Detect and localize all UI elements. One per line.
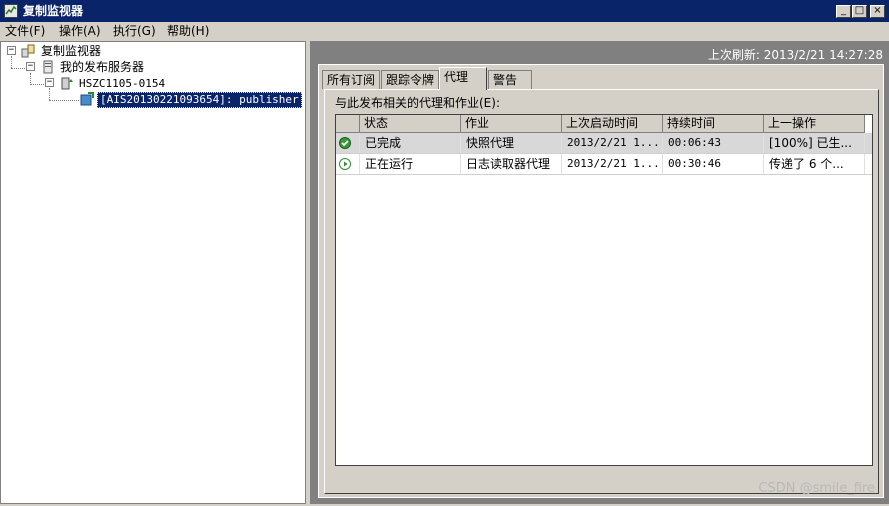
check-circle-icon <box>339 137 351 149</box>
status-icon-cell <box>336 154 360 174</box>
publication-icon <box>80 92 94 106</box>
tree-connector <box>11 68 25 69</box>
start-time-cell: 2013/2/21 1... <box>562 133 663 153</box>
menu-bar: 文件(F) 操作(A) 执行(G) 帮助(H) <box>0 22 889 41</box>
panel-caption: 与此发布相关的代理和作业(E): <box>335 96 500 110</box>
menu-help[interactable]: 帮助(H) <box>167 24 209 39</box>
column-header-status[interactable]: 状态 <box>360 115 461 133</box>
table-row[interactable]: 正在运行 日志读取器代理 2013/2/21 1... 00:30:46 传递了… <box>336 154 872 175</box>
tab-container: 所有订阅 跟踪令牌 代理 警告 与此发布相关的代理和作业(E): 状态 作业 上… <box>318 64 884 498</box>
column-header-last-action[interactable]: 上一操作 <box>764 115 865 133</box>
last-action-cell: 传递了 6 个... <box>764 154 865 174</box>
tree-connector <box>30 84 44 85</box>
tree-pane[interactable]: − 复制监视器 − 我的发布服务器 − HSZC1105-0154 [AIS20… <box>0 41 306 504</box>
tree-connector <box>49 88 50 100</box>
menu-execute[interactable]: 执行(G) <box>113 24 156 39</box>
status-cell: 已完成 <box>360 133 461 153</box>
job-cell: 日志读取器代理 <box>461 154 562 174</box>
close-button[interactable]: × <box>870 5 885 18</box>
table-row[interactable]: 已完成 快照代理 2013/2/21 1... 00:06:43 [100%] … <box>336 133 872 154</box>
collapse-toggle-publishers[interactable]: − <box>26 62 35 71</box>
menu-action[interactable]: 操作(A) <box>59 24 101 39</box>
collapse-toggle-root[interactable]: − <box>7 46 16 55</box>
tab-all-subscriptions[interactable]: 所有订阅 <box>322 70 381 89</box>
tree-connector <box>49 100 79 101</box>
column-header-icon[interactable] <box>336 115 360 133</box>
replication-monitor-icon <box>21 44 35 58</box>
tree-connector <box>11 56 12 68</box>
start-time-cell: 2013/2/21 1... <box>562 154 663 174</box>
column-header-duration[interactable]: 持续时间 <box>663 115 764 133</box>
minimize-button[interactable]: _ <box>836 5 851 18</box>
minimize-icon: _ <box>841 5 846 16</box>
title-bar[interactable]: 复制监视器 _ □ × <box>0 0 889 22</box>
tab-tracer-tokens[interactable]: 跟踪令牌 <box>381 70 440 89</box>
tree-node-publication[interactable]: [AIS20130221093654]: publisher <box>97 92 302 108</box>
menu-file[interactable]: 文件(F) <box>5 24 45 39</box>
duration-cell: 00:30:46 <box>663 154 764 174</box>
collapse-toggle-server[interactable]: − <box>45 78 54 87</box>
details-pane: 上次刷新: 2013/2/21 14:27:28 所有订阅 跟踪令牌 代理 警告… <box>310 41 889 504</box>
tree-node-root[interactable]: 复制监视器 <box>41 44 101 58</box>
publisher-folder-icon <box>41 60 55 74</box>
tree-node-publishers[interactable]: 我的发布服务器 <box>60 60 144 74</box>
column-header-start-time[interactable]: 上次启动时间 <box>562 115 663 133</box>
play-circle-icon <box>339 158 351 170</box>
last-action-cell: [100%] 已生... <box>764 133 865 153</box>
app-monitor-icon <box>4 4 18 18</box>
duration-cell: 00:06:43 <box>663 133 764 153</box>
tab-warnings[interactable]: 警告 <box>488 70 532 89</box>
window-title: 复制监视器 <box>23 4 84 18</box>
column-header-job[interactable]: 作业 <box>461 115 562 133</box>
job-cell: 快照代理 <box>461 133 562 153</box>
status-icon-cell <box>336 133 360 153</box>
watermark-text: CSDN @smile_fire <box>758 481 875 496</box>
last-refresh-text: 上次刷新: 2013/2/21 14:27:28 <box>707 48 883 62</box>
status-cell: 正在运行 <box>360 154 461 174</box>
maximize-icon: □ <box>854 5 865 16</box>
maximize-button[interactable]: □ <box>852 5 867 18</box>
agents-panel: 与此发布相关的代理和作业(E): 状态 作业 上次启动时间 持续时间 上一操作 … <box>324 89 879 494</box>
tree-node-server[interactable]: HSZC1105-0154 <box>79 77 165 91</box>
server-icon <box>60 76 74 90</box>
close-icon: × <box>873 5 882 16</box>
tab-agents[interactable]: 代理 <box>439 67 487 90</box>
agents-grid[interactable]: 状态 作业 上次启动时间 持续时间 上一操作 已完成 快照代理 2013/2/2… <box>335 114 873 466</box>
